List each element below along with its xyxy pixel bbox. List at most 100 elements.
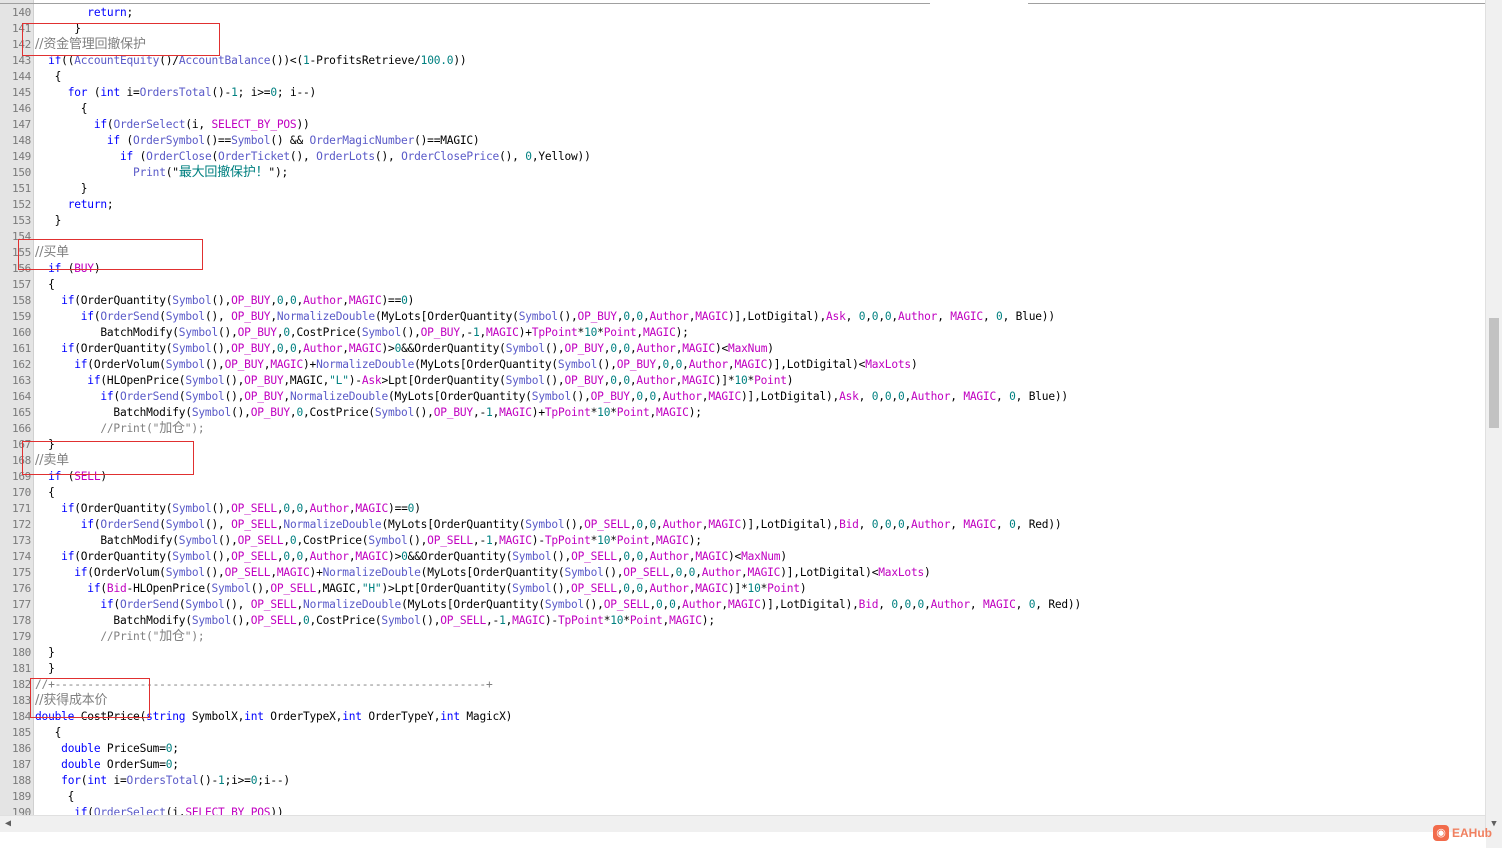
- code-token: Author: [649, 550, 689, 563]
- code-line[interactable]: }: [35, 181, 88, 197]
- horizontal-scrollbar[interactable]: ◀: [0, 815, 1486, 832]
- code-line[interactable]: {: [35, 101, 88, 117]
- code-line[interactable]: if (OrderSymbol()==Symbol() && OrderMagi…: [35, 133, 480, 149]
- line-number: 147: [12, 118, 31, 131]
- code-token: (),: [231, 614, 251, 627]
- code-line[interactable]: if(OrderSend(Symbol(),OP_BUY,NormalizeDo…: [35, 389, 1068, 405]
- code-token: (MyLots[OrderQuantity(: [414, 358, 558, 371]
- code-token: MAGIC: [682, 374, 715, 387]
- code-token: //买单: [35, 245, 69, 260]
- code-line[interactable]: for(int i=OrdersTotal()-1;i>=0;i--): [35, 773, 290, 789]
- code-token: Symbol: [185, 374, 225, 387]
- code-token: Symbol: [172, 502, 212, 515]
- code-line[interactable]: if((AccountEquity()/AccountBalance())<(1…: [35, 53, 467, 69]
- code-token: AccountBalance: [178, 54, 271, 67]
- code-line[interactable]: Print("最大回撤保护！");: [35, 165, 288, 181]
- code-line[interactable]: double OrderSum=0;: [35, 757, 179, 773]
- code-line[interactable]: if(OrderQuantity(Symbol(),OP_SELL,0,0,Au…: [35, 549, 787, 565]
- code-token: )): [296, 118, 310, 131]
- scroll-left-icon[interactable]: ◀: [0, 816, 16, 832]
- code-token: BatchModify(: [35, 534, 179, 547]
- code-line[interactable]: if(OrderQuantity(Symbol(),OP_BUY,0,0,Aut…: [35, 293, 414, 309]
- line-number: 156: [12, 262, 31, 275]
- code-line[interactable]: if(OrderQuantity(Symbol(),OP_BUY,0,0,Aut…: [35, 341, 774, 357]
- code-editor[interactable]: 140 141 142 143 144 145 146 147 148 149 150 151 152 1…: [0, 0, 1486, 832]
- code-token: 最大回撤保护！: [178, 165, 269, 180]
- code-line[interactable]: //获得成本价: [35, 693, 108, 709]
- code-line[interactable]: }: [35, 645, 55, 661]
- code-token: (),: [204, 518, 232, 531]
- code-token: )+: [518, 326, 532, 339]
- vertical-scrollbar[interactable]: ▼: [1485, 0, 1502, 832]
- code-line[interactable]: if(OrderVolum(Symbol(),OP_SELL,MAGIC)+No…: [35, 565, 931, 581]
- code-line[interactable]: if(OrderVolum(Symbol(),OP_BUY,MAGIC)+Nor…: [35, 357, 918, 373]
- code-token: -HLOpenPrice(: [126, 582, 212, 595]
- code-token: MAGIC: [355, 550, 389, 563]
- code-line[interactable]: BatchModify(Symbol(),OP_BUY,0,CostPrice(…: [35, 405, 702, 421]
- code-line[interactable]: if(OrderSend(Symbol(), OP_SELL,Normalize…: [35, 517, 1062, 533]
- code-line[interactable]: {: [35, 277, 55, 293]
- code-line[interactable]: if(OrderSend(Symbol(), OP_SELL,Normalize…: [35, 597, 1081, 613]
- code-token: OrderTypeY,: [361, 710, 441, 723]
- code-line[interactable]: if (OrderClose(OrderTicket(), OrderLots(…: [35, 149, 591, 165]
- code-line[interactable]: //+-------------------------------------…: [35, 677, 493, 693]
- code-token: (MyLots[OrderQuantity(: [401, 598, 545, 611]
- vertical-scroll-thumb[interactable]: [1489, 318, 1499, 428]
- code-token: )<: [714, 342, 729, 355]
- code-line[interactable]: if(OrderSelect(i, SELECT_BY_POS)): [35, 117, 310, 133]
- code-token: (),: [204, 310, 232, 323]
- code-line[interactable]: {: [35, 69, 62, 85]
- code-token: Symbol: [165, 358, 205, 371]
- code-token: Author: [911, 518, 951, 531]
- code-line[interactable]: double CostPrice(string SymbolX,int Orde…: [35, 709, 512, 725]
- code-token: (),: [211, 550, 232, 563]
- code-line[interactable]: }: [35, 437, 55, 453]
- code-line[interactable]: BatchModify(Symbol(),OP_SELL,0,CostPrice…: [35, 613, 715, 629]
- code-token: Author: [649, 582, 689, 595]
- code-line[interactable]: //卖单: [35, 453, 69, 469]
- code-line[interactable]: }: [35, 661, 55, 677]
- code-line[interactable]: double PriceSum=0;: [35, 741, 179, 757]
- line-number: 149: [12, 150, 31, 163]
- code-line[interactable]: {: [35, 725, 62, 741]
- line-number: 140: [12, 6, 31, 19]
- code-line[interactable]: if(HLOpenPrice(Symbol(),OP_BUY,MAGIC,"L"…: [35, 373, 793, 389]
- code-line[interactable]: BatchModify(Symbol(),OP_BUY,0,CostPrice(…: [35, 325, 689, 341]
- code-line[interactable]: for (int i=OrdersTotal()-1; i>=0; i--): [35, 85, 317, 101]
- code-line[interactable]: {: [35, 789, 75, 805]
- code-line[interactable]: if(Bid-HLOpenPrice(Symbol(),OP_SELL,MAGI…: [35, 581, 806, 597]
- code-token: (),: [401, 326, 421, 339]
- code-line[interactable]: if (SELL): [35, 469, 107, 485]
- code-line[interactable]: return;: [35, 5, 133, 21]
- code-line[interactable]: if (BUY): [35, 261, 100, 277]
- code-line[interactable]: }: [35, 21, 81, 37]
- line-number: 182: [12, 678, 31, 691]
- code-token: MAGIC: [747, 566, 781, 579]
- code-token: Symbol: [165, 310, 205, 323]
- code-token: //获得成本价: [35, 693, 108, 708]
- code-line[interactable]: if(OrderSend(Symbol(), OP_BUY,NormalizeD…: [35, 309, 1055, 325]
- code-line[interactable]: BatchModify(Symbol(),OP_SELL,0,CostPrice…: [35, 533, 702, 549]
- code-line[interactable]: //Print("加仓");: [35, 421, 204, 437]
- code-token: Author: [303, 294, 343, 307]
- code-line[interactable]: if(OrderQuantity(Symbol(),OP_SELL,0,0,Au…: [35, 501, 421, 517]
- line-number: 167: [12, 438, 31, 451]
- code-token: BatchModify(: [35, 614, 192, 627]
- code-token: OrderSend: [100, 518, 160, 531]
- code-line[interactable]: return;: [35, 197, 114, 213]
- code-token: (),: [211, 502, 232, 515]
- code-token: //卖单: [35, 453, 69, 468]
- code-token: ");: [184, 422, 205, 435]
- code-line[interactable]: //买单: [35, 245, 69, 261]
- code-line[interactable]: {: [35, 485, 55, 501]
- code-token: OP_BUY: [590, 390, 630, 403]
- code-token: ,: [969, 598, 983, 611]
- code-line[interactable]: //资金管理回撤保护: [35, 37, 146, 53]
- code-token: MAGIC: [727, 598, 761, 611]
- code-line[interactable]: //Print("加仓");: [35, 629, 204, 645]
- code-line[interactable]: }: [35, 213, 62, 229]
- code-token: ): [910, 358, 918, 371]
